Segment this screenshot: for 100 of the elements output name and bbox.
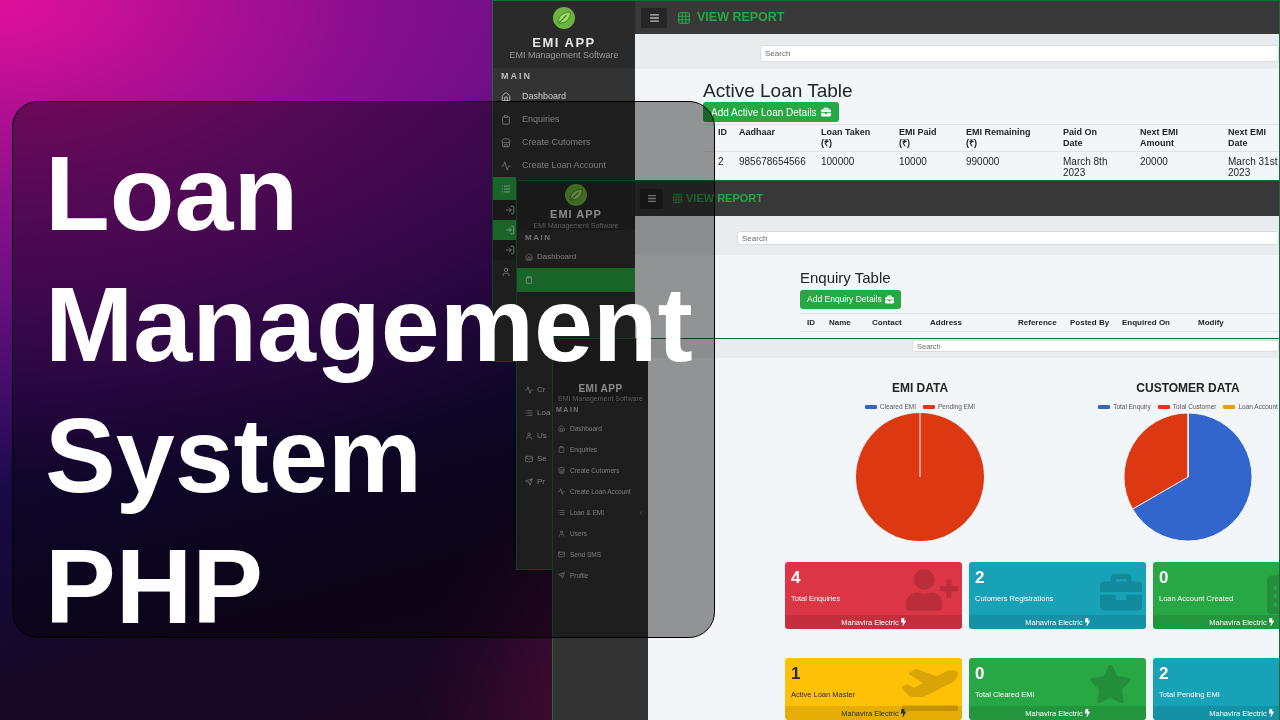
- bolt-icon: [900, 709, 906, 717]
- stat-value: 4: [791, 568, 801, 588]
- paper-plane-icon: [525, 477, 533, 486]
- sidebar-item[interactable]: [493, 177, 516, 200]
- sidebar-item[interactable]: [493, 240, 516, 260]
- airplane-icon: [902, 666, 958, 711]
- add-button[interactable]: Add Active Loan Details: [703, 102, 839, 122]
- report-title: VIEW REPORT: [697, 9, 785, 27]
- sidebar-item[interactable]: Pr: [517, 470, 546, 493]
- bolt-icon: [1084, 709, 1090, 717]
- store-icon: [501, 137, 511, 148]
- clipboard-icon: [525, 276, 533, 284]
- table-cell-text: 985678654566: [739, 156, 807, 169]
- leaf-logo-icon: [565, 184, 587, 206]
- column-header: ID: [806, 317, 816, 328]
- report-title: VIEW REPORT: [686, 191, 763, 207]
- table-cell-text: 990000: [966, 156, 1001, 169]
- column-header: Aadhaar: [739, 127, 776, 138]
- app-name: EMI APP: [532, 35, 596, 50]
- sidebar-item[interactable]: Create Loan Account: [493, 154, 635, 177]
- bolt-icon: [1268, 618, 1274, 626]
- bolt-icon: [900, 618, 906, 626]
- table-cell-text: March 8th 2023: [1063, 156, 1109, 178]
- stat-value: 2: [975, 568, 985, 588]
- stat-value: 0: [1159, 568, 1169, 588]
- sidebar-item[interactable]: Enquiries: [493, 108, 635, 131]
- trend-line-icon: [525, 385, 533, 394]
- add-button[interactable]: Add Enquiry Details: [800, 290, 901, 309]
- paper-plane-icon: [558, 572, 565, 579]
- search-field[interactable]: Search: [737, 231, 1279, 245]
- sidebar-item[interactable]: Dashboard: [493, 85, 635, 108]
- sign-in-icon: [505, 225, 515, 235]
- search-field[interactable]: Search: [760, 45, 1279, 62]
- bolt-icon: [1268, 709, 1274, 717]
- grid-icon: [672, 193, 683, 204]
- column-header: Posted By: [1070, 317, 1111, 328]
- app-name: EMI APP: [550, 208, 602, 221]
- house-icon: [501, 91, 511, 102]
- table-cell: March 31st 2023: [1228, 156, 1279, 178]
- sidebar-item[interactable]: Dashboard: [517, 246, 578, 268]
- bolt-icon: [1084, 618, 1090, 626]
- user-icon: [501, 266, 511, 277]
- stat-value: 0: [975, 664, 985, 684]
- user-icon: [525, 431, 533, 440]
- title-line: Loan: [45, 152, 299, 253]
- user-plus-icon: [906, 569, 958, 611]
- column-header: Next EMI Amount: [1140, 127, 1179, 149]
- menu-button[interactable]: [641, 7, 667, 28]
- menu-button[interactable]: [640, 188, 663, 209]
- menu-icon: [647, 194, 656, 203]
- grid-icon: [677, 10, 691, 25]
- column-header: Address: [930, 317, 963, 328]
- column-header: EMI Remaining (₹): [966, 127, 1032, 149]
- mail-icon: [525, 454, 533, 463]
- section-label: MAIN: [501, 69, 532, 83]
- app-name: EMI APP: [578, 383, 623, 395]
- sidebar-item[interactable]: [493, 220, 516, 240]
- clipboard-icon: [501, 114, 511, 125]
- store-icon: [558, 467, 565, 474]
- page-heading: Active Loan Table: [703, 79, 853, 102]
- sidebar-item[interactable]: Loa: [517, 401, 552, 424]
- briefcase-icon: [884, 295, 894, 304]
- table-cell-text: 2: [717, 156, 725, 169]
- title-line: System: [45, 414, 423, 515]
- column-header: Contact: [872, 317, 903, 328]
- stat-value: 1: [791, 664, 801, 684]
- user-icon: [558, 530, 565, 537]
- leaf-logo-icon: [553, 7, 575, 29]
- house-icon: [558, 425, 565, 432]
- stat-value: 2: [1159, 664, 1169, 684]
- column-header: Next EMI Date: [1228, 127, 1267, 149]
- chart-title: CUSTOMER DATA: [1136, 381, 1240, 396]
- column-header: ID: [717, 127, 728, 138]
- column-header: Modify: [1198, 317, 1225, 328]
- sidebar-item[interactable]: Se: [517, 447, 548, 470]
- clipboard-icon: [558, 446, 565, 453]
- column-header: Name: [829, 317, 852, 328]
- sign-in-icon: [505, 245, 515, 255]
- table-cell-text: 100000: [821, 156, 856, 169]
- trend-line-icon: [558, 488, 565, 495]
- sidebar-item[interactable]: [493, 200, 516, 220]
- app-tagline: EMI Management Software: [509, 50, 619, 61]
- column-header: Loan Taken (₹): [821, 127, 872, 149]
- list-icon: [501, 183, 511, 194]
- briefcase-icon: [1100, 571, 1142, 613]
- section-label: MAIN: [525, 232, 552, 244]
- column-header: EMI Paid (₹): [899, 127, 938, 149]
- sign-in-icon: [505, 205, 515, 215]
- menu-icon: [649, 12, 659, 23]
- column-header: Reference: [1018, 317, 1058, 328]
- table-cell-text: 20000: [1140, 156, 1169, 169]
- sidebar-item[interactable]: Create Cutomers: [493, 131, 635, 154]
- sidebar-item[interactable]: Us: [517, 424, 548, 447]
- page-heading: Enquiry Table: [800, 269, 891, 287]
- chart-title: EMI DATA: [891, 381, 949, 396]
- trend-line-icon: [501, 160, 511, 171]
- star-icon: [1089, 665, 1132, 703]
- briefcase-icon: [820, 107, 831, 117]
- title-line: PHP: [45, 545, 263, 628]
- list-icon: [525, 408, 533, 417]
